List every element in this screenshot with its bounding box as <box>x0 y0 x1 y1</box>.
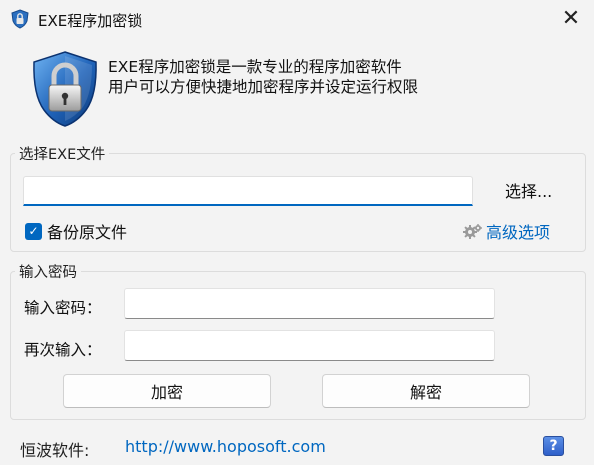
confirm-password-label: 再次输入： <box>24 341 102 359</box>
backup-label: 备份原文件 <box>47 223 128 242</box>
gear-icon <box>463 224 482 239</box>
select-file-button[interactable]: 选择... <box>505 178 552 202</box>
password-label: 输入密码： <box>24 299 102 317</box>
confirm-password-input[interactable] <box>124 330 495 361</box>
company-label: 恒波软件: <box>20 441 90 460</box>
password-group-legend: 输入密码 <box>19 265 77 281</box>
help-icon[interactable]: ? <box>543 436 564 456</box>
decrypt-button[interactable]: 解密 <box>322 374 530 408</box>
password-input[interactable] <box>124 288 495 319</box>
website-link[interactable]: http://www.hoposoft.com <box>125 437 326 456</box>
advanced-options-link[interactable]: 高级选项 <box>462 219 550 243</box>
backup-checkbox[interactable]: ✓ 备份原文件 <box>25 219 127 243</box>
window-title: EXE程序加密锁 <box>38 12 143 30</box>
exe-path-input[interactable] <box>23 176 473 206</box>
close-icon: ✕ <box>561 6 581 31</box>
encrypt-button[interactable]: 加密 <box>63 374 271 408</box>
checkbox-checked-icon[interactable]: ✓ <box>25 222 42 240</box>
app-window: EXE程序加密锁 ✕ EXE程序加密锁是一款专业的程序加密软件 用户可以方便快捷… <box>0 0 594 465</box>
app-description: EXE程序加密锁是一款专业的程序加密软件 用户可以方便快捷地加密程序并设定运行权… <box>108 57 418 97</box>
exe-group-legend: 选择EXE文件 <box>19 147 106 163</box>
padlock-shield-icon <box>33 51 97 127</box>
title-bar[interactable]: EXE程序加密锁 ✕ <box>0 0 594 38</box>
advanced-options-label[interactable]: 高级选项 <box>486 219 550 243</box>
description-line-1: EXE程序加密锁是一款专业的程序加密软件 <box>108 58 402 76</box>
app-shield-icon <box>11 9 29 29</box>
description-line-2: 用户可以方便快捷地加密程序并设定运行权限 <box>108 78 419 96</box>
close-button[interactable]: ✕ <box>548 0 594 38</box>
